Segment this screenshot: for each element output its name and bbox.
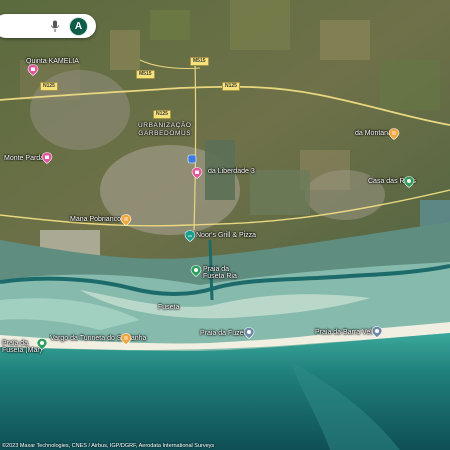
restaurant-pin-icon[interactable] — [120, 214, 132, 226]
road-shield-m1: M515 — [136, 70, 155, 79]
shopping-pin-icon[interactable] — [27, 64, 39, 76]
search-bar[interactable]: A — [0, 14, 96, 38]
shopping-pin-icon[interactable] — [191, 167, 203, 179]
beach-pin-icon[interactable] — [36, 338, 48, 350]
satellite-map[interactable]: M515 N125 N125 M515 N125 Quinta KAMELIA … — [0, 0, 450, 450]
label-pizza[interactable]: Noor's Grill & Pizza — [196, 232, 256, 239]
label-right-place-1[interactable]: da Montana — [355, 130, 392, 137]
road-shield-n125-west: N125 — [40, 82, 58, 91]
label-monte-pardal[interactable]: Monte Pardal — [4, 155, 46, 162]
map-attribution: ©2023 Maxar Technologies, CNES / Airbus,… — [2, 443, 215, 449]
restaurant-pin-icon[interactable] — [120, 333, 132, 345]
road-shield-n125-center: N125 — [153, 110, 171, 119]
hotel-pin-icon[interactable] — [403, 176, 415, 188]
label-praia-fuseta-ria[interactable]: Praia da Fuseta Ria — [203, 266, 237, 280]
label-urbanizacao: URBANIZAÇÃO GARBEDOMUS — [138, 122, 192, 137]
label-fuseta: Fuseta — [158, 304, 180, 311]
microphone-icon[interactable] — [50, 20, 60, 33]
label-liberdade[interactable]: da Liberdade 3 — [208, 168, 255, 175]
restaurant-pin-icon[interactable] — [184, 230, 196, 242]
park-pin-icon[interactable] — [190, 265, 202, 277]
label-mana[interactable]: Mana Pobrianco — [70, 216, 121, 223]
label-praia-barra-velha[interactable]: Praia da Barra Velha — [315, 329, 380, 336]
shopping-pin-icon[interactable] — [41, 152, 53, 164]
beach-pin-icon[interactable] — [371, 326, 383, 338]
restaurant-pin-icon[interactable] — [388, 128, 400, 140]
road-shield-n125-east: N125 — [222, 82, 240, 91]
label-praia-fuzeta[interactable]: Praia da Fuzeta — [200, 330, 249, 337]
beach-pin-icon[interactable] — [243, 327, 255, 339]
transit-pin-icon[interactable] — [187, 154, 199, 166]
satellite-imagery — [0, 0, 450, 450]
road-shield-m515: M515 — [190, 57, 209, 66]
avatar[interactable]: A — [69, 17, 88, 36]
